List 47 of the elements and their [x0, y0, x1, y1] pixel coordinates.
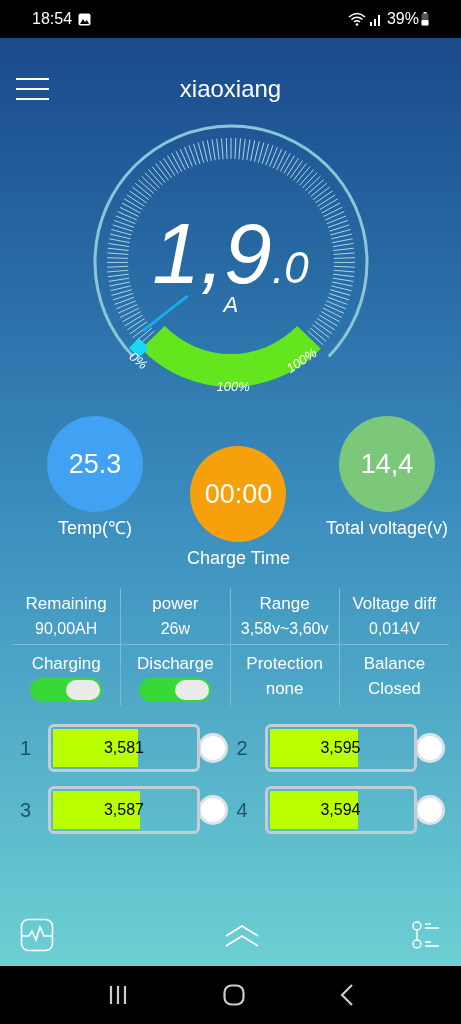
signal-icon: [368, 12, 383, 26]
current-decimal: .0: [271, 246, 309, 290]
status-time: 18:54: [32, 9, 73, 29]
recent-apps-icon[interactable]: [107, 986, 128, 1004]
balance-indicator: [198, 795, 228, 825]
stat-label: Range: [259, 593, 310, 615]
gauge-needle: [141, 294, 189, 333]
cell-number: 2: [236, 736, 249, 761]
stat-value: 26w: [160, 618, 191, 639]
battery-percent: 39%: [386, 9, 419, 29]
control-label: Protection: [246, 652, 323, 675]
stat-label: power: [152, 593, 199, 615]
chart-button[interactable]: [20, 918, 54, 952]
dial-value: 14,4: [360, 447, 414, 481]
toggle-switch[interactable]: [30, 678, 103, 702]
dial-value: 00:00: [204, 477, 273, 511]
expand-button[interactable]: [223, 922, 260, 948]
control-label: Balance: [363, 652, 426, 675]
cell-number: 4: [236, 798, 249, 823]
stat-value: 0,014V: [369, 618, 420, 639]
dial-label: Temp(℃): [58, 517, 132, 540]
balance-indicator: [198, 733, 228, 763]
cell-number: 3: [20, 798, 33, 823]
image-icon: [78, 12, 92, 26]
dial-label: Charge Time: [186, 547, 290, 570]
wifi-icon: [347, 12, 366, 26]
stat-label: Voltage diff: [352, 593, 437, 615]
current-value: 1,9: [152, 210, 272, 296]
toggle-switch[interactable]: [139, 678, 212, 702]
control-label: Charging: [31, 652, 101, 675]
battery-icon: [421, 12, 429, 26]
control-value: Closed: [367, 678, 421, 700]
timeline-button[interactable]: [411, 920, 441, 950]
current-unit: A: [223, 294, 239, 316]
control-label: Discharge: [137, 652, 214, 675]
stat-value: 90,00AH: [35, 618, 98, 639]
back-icon[interactable]: [339, 984, 354, 1006]
dial-value: 25.3: [68, 447, 122, 481]
stat-value: 3,58v~3,60v: [240, 618, 329, 639]
arc-label: 0%: [126, 349, 150, 372]
cell-number: 1: [20, 736, 33, 761]
home-icon[interactable]: [222, 984, 245, 1006]
menu-button[interactable]: [16, 78, 49, 100]
control-value: none: [265, 678, 304, 700]
dial-label: Total voltage(v): [325, 517, 448, 540]
app-title: xiaoxiang: [179, 74, 282, 104]
stat-label: Remaining: [25, 593, 107, 615]
